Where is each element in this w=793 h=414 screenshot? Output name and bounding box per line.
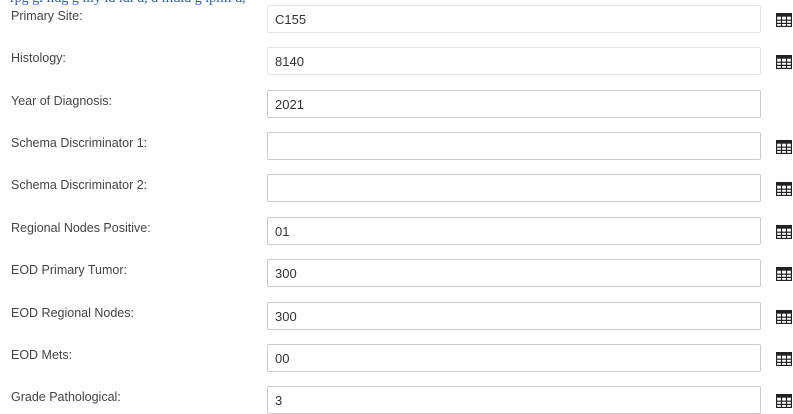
eod-mets-input[interactable]	[267, 344, 761, 372]
field-row-histology: Histology:	[0, 47, 793, 75]
grade-pathological-label: Grade Pathological:	[11, 390, 121, 404]
field-row-primary-site: Primary Site:	[0, 5, 793, 33]
primary-site-label: Primary Site:	[11, 9, 83, 23]
table-grid-icon[interactable]	[776, 55, 792, 69]
table-grid-icon[interactable]	[776, 352, 792, 366]
eod-mets-label: EOD Mets:	[11, 348, 73, 362]
table-grid-icon[interactable]	[776, 310, 792, 324]
table-grid-icon[interactable]	[776, 140, 792, 154]
table-grid-icon[interactable]	[776, 13, 792, 27]
field-row-regional-nodes-positive: Regional Nodes Positive:	[0, 217, 793, 245]
regional-nodes-positive-input[interactable]	[267, 217, 761, 245]
schema-discriminator-1-label: Schema Discriminator 1:	[11, 136, 148, 150]
field-row-eod-regional-nodes: EOD Regional Nodes:	[0, 302, 793, 330]
field-row-year-of-diagnosis: Year of Diagnosis:	[0, 90, 793, 118]
year-of-diagnosis-input[interactable]	[267, 90, 761, 118]
primary-site-input[interactable]	[267, 5, 761, 33]
field-row-grade-pathological: Grade Pathological:	[0, 386, 793, 414]
field-row-schema-discriminator-1: Schema Discriminator 1:	[0, 132, 793, 160]
table-grid-icon[interactable]	[776, 267, 792, 281]
grade-pathological-input[interactable]	[267, 386, 761, 414]
schema-discriminator-1-input[interactable]	[267, 132, 761, 160]
table-grid-icon[interactable]	[776, 394, 792, 408]
histology-label: Histology:	[11, 51, 66, 65]
schema-discriminator-2-input[interactable]	[267, 174, 761, 202]
field-row-eod-primary-tumor: EOD Primary Tumor:	[0, 259, 793, 287]
table-grid-icon[interactable]	[776, 182, 792, 196]
schema-discriminator-2-label: Schema Discriminator 2:	[11, 178, 148, 192]
eod-primary-tumor-label: EOD Primary Tumor:	[11, 263, 127, 277]
eod-primary-tumor-input[interactable]	[267, 259, 761, 287]
field-row-eod-mets: EOD Mets:	[0, 344, 793, 372]
eod-regional-nodes-label: EOD Regional Nodes:	[11, 306, 134, 320]
regional-nodes-positive-label: Regional Nodes Positive:	[11, 221, 151, 235]
histology-input[interactable]	[267, 47, 761, 75]
field-row-schema-discriminator-2: Schema Discriminator 2:	[0, 174, 793, 202]
table-grid-icon[interactable]	[776, 225, 792, 239]
year-of-diagnosis-label: Year of Diagnosis:	[11, 94, 112, 108]
eod-regional-nodes-input[interactable]	[267, 302, 761, 330]
